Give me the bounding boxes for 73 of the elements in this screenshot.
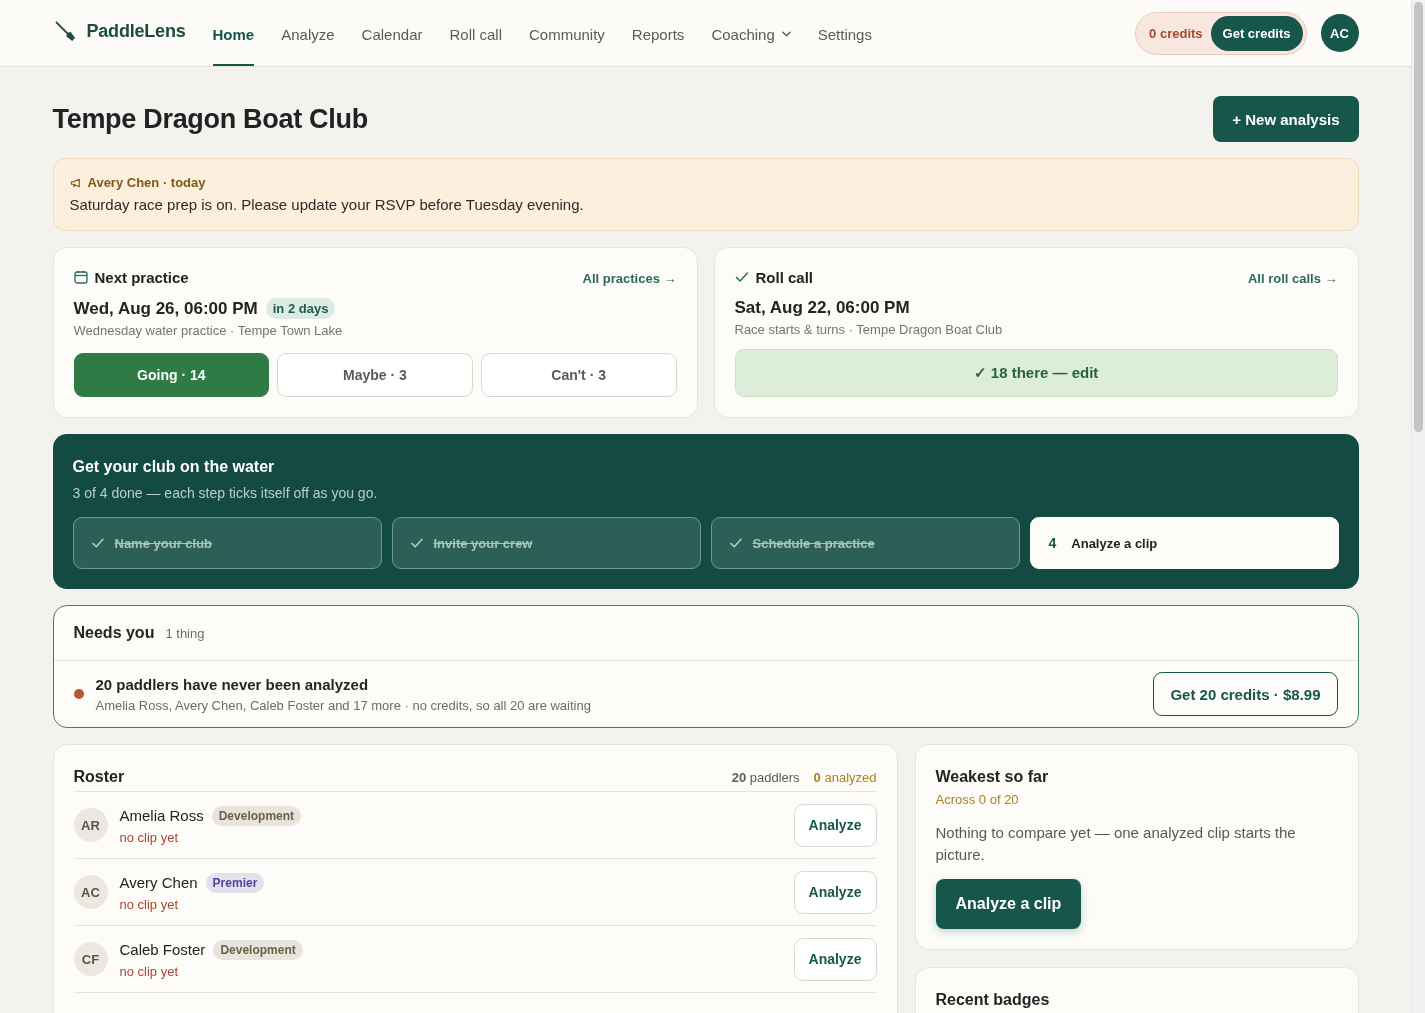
tier-tag: Development — [211, 805, 302, 826]
nav-link[interactable]: Calendar — [361, 0, 423, 66]
check-icon — [410, 538, 423, 548]
paddle-logo-icon — [54, 20, 76, 42]
clip-status: no clip yet — [119, 829, 180, 845]
nav-link[interactable]: Home — [212, 0, 255, 66]
setup-step[interactable]: Schedule a practice — [710, 517, 1020, 569]
practice-details: Wednesday water practice · Tempe Town Lake — [73, 323, 344, 338]
analyze-clip-button[interactable]: Analyze a clip — [935, 879, 1082, 929]
card-title: Next practice — [94, 268, 189, 286]
check-icon — [91, 538, 104, 548]
needs-you-title: Needs you — [73, 624, 155, 642]
paddler-name: Caleb Foster — [119, 941, 206, 958]
brand-name[interactable]: PaddleLens — [86, 20, 186, 42]
check-icon — [729, 538, 742, 548]
tier-tag: Premier — [205, 872, 265, 893]
nav-link[interactable]: Analyze — [281, 0, 335, 66]
all-roll-calls-link[interactable]: All roll calls → — [1247, 271, 1338, 286]
attendance-edit-button[interactable]: ✓ 18 there — edit — [734, 349, 1338, 397]
rsvp-button[interactable]: Maybe · 3 — [277, 353, 473, 397]
roll-call-date: Sat, Aug 22, 06:00 PM — [734, 298, 910, 318]
setup-title: Get your club on the water — [72, 458, 276, 476]
setup-step[interactable]: Invite your crew — [391, 517, 701, 569]
setup-step[interactable]: Name your club — [72, 517, 382, 569]
nav-link[interactable]: Community — [529, 0, 605, 66]
analyze-button[interactable]: Analyze — [793, 803, 877, 847]
nav-link[interactable]: Coaching — [711, 0, 791, 66]
announcement-author: Avery Chen · today — [87, 175, 206, 190]
weakest-scope: Across 0 of 20 — [935, 792, 1020, 807]
calendar-icon — [73, 270, 88, 284]
rsvp-button[interactable]: Can't · 3 — [480, 353, 677, 397]
roll-call-details: Race starts & turns · Tempe Dragon Boat Club — [734, 322, 1004, 337]
time-until-badge: in 2 days — [265, 298, 336, 319]
clip-status: no clip yet — [119, 896, 180, 912]
get-credits-button[interactable]: Get credits — [1210, 15, 1303, 51]
recent-badges-title: Recent badges — [935, 991, 1051, 1009]
analyzed-count: 0 analyzed — [813, 769, 877, 785]
card-title: Roll call — [755, 268, 814, 286]
paddler-name: Amelia Ross — [119, 807, 204, 824]
credit-balance: 0 credits — [1149, 25, 1203, 41]
buy-credits-button[interactable]: Get 20 credits · $8.99 — [1153, 672, 1338, 716]
clip-status: no clip yet — [119, 963, 180, 979]
task-title: 20 paddlers have never been analyzed — [95, 675, 370, 693]
all-practices-link[interactable]: All practices → — [582, 271, 677, 286]
user-avatar[interactable]: AC — [1320, 14, 1359, 52]
megaphone-icon — [69, 177, 82, 188]
rsvp-button[interactable]: Going · 14 — [73, 353, 270, 397]
new-analysis-button[interactable]: + New analysis — [1213, 96, 1359, 142]
analyze-button[interactable]: Analyze — [793, 870, 877, 914]
scrollbar-track[interactable] — [1411, 0, 1425, 1013]
setup-step[interactable]: 4 Analyze a clip — [1029, 517, 1339, 569]
paddler-count: 20 paddlers — [731, 769, 800, 785]
needs-count: 1 thing — [165, 625, 205, 641]
nav-link[interactable]: Reports — [631, 0, 685, 66]
paddler-avatar: AR — [73, 808, 108, 842]
practice-date: Wed, Aug 26, 06:00 PM — [73, 298, 258, 319]
weakest-title: Weakest so far — [935, 768, 1050, 786]
chevron-down-icon — [781, 31, 791, 37]
setup-subtitle: 3 of 4 done — each step ticks itself off as you go. — [72, 485, 379, 501]
club-title: Tempe Dragon Boat Club — [52, 103, 368, 135]
nav-link[interactable]: Settings — [817, 0, 872, 66]
paddler-avatar: AC — [73, 875, 108, 909]
paddler-avatar: CF — [73, 942, 108, 976]
announcement-message: Saturday race prep is on. Please update your RSVP before Tuesday evening. — [69, 196, 585, 213]
task-details: Amelia Ross, Avery Chen, Caleb Foster and 17 more · no credits, so all 20 are waiting — [95, 697, 592, 713]
weakest-message: Nothing to compare yet — one analyzed clip starts the picture. — [935, 823, 1297, 865]
nav-link[interactable]: Roll call — [449, 0, 502, 66]
paddler-name: Avery Chen — [119, 874, 198, 891]
analyze-button[interactable]: Analyze — [793, 937, 877, 981]
tier-tag: Development — [213, 939, 303, 960]
scrollbar-thumb[interactable] — [1414, 2, 1423, 432]
roster-title: Roster — [73, 768, 125, 786]
check-icon — [734, 270, 749, 284]
